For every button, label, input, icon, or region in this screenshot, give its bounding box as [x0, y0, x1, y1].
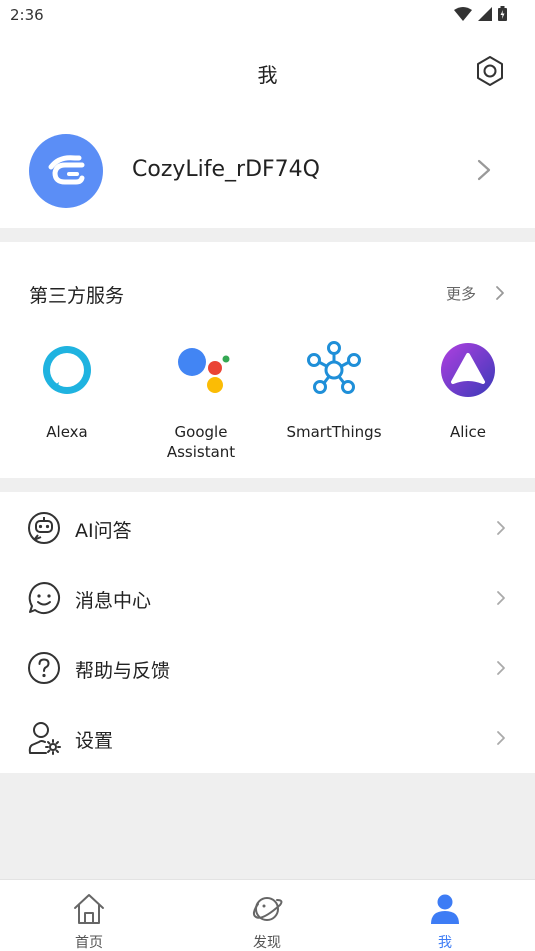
- status-icons: [454, 6, 507, 21]
- header: 我: [0, 32, 535, 112]
- tab-home[interactable]: 首页: [0, 880, 178, 951]
- tab-label: 我: [438, 935, 452, 951]
- chevron-right-icon: [497, 661, 505, 675]
- menu-item-label: AI问答: [75, 520, 132, 542]
- profile-row[interactable]: CozyLife_rDF74Q: [0, 112, 535, 228]
- service-label-line2: Assistant: [166, 443, 236, 461]
- bottom-tab-bar: 首页 发现 我: [0, 879, 535, 951]
- planet-icon: [252, 897, 283, 921]
- smartthings-icon: [307, 341, 361, 394]
- signal-icon: [478, 6, 492, 21]
- google-assistant-icon: [178, 348, 230, 393]
- cozylife-logo-icon: [48, 155, 85, 185]
- service-label: Alice: [449, 423, 487, 441]
- status-bar: 2:36: [0, 0, 535, 32]
- hexagon-settings-icon: [477, 56, 503, 86]
- service-alexa[interactable]: Alexa: [0, 340, 134, 442]
- menu-item-settings[interactable]: 设置: [0, 703, 535, 773]
- chevron-right-icon: [497, 521, 505, 535]
- more-link[interactable]: 更多: [446, 283, 476, 304]
- chevron-right-icon: [477, 159, 491, 181]
- tab-me[interactable]: 我: [356, 880, 534, 951]
- third-party-services: 第三方服务 更多 Alexa Google Assistant SmartThi…: [0, 242, 535, 478]
- battery-icon: [498, 6, 507, 21]
- alexa-icon: [43, 346, 91, 394]
- service-label-line1: Google: [174, 423, 228, 441]
- tab-label: 首页: [75, 935, 103, 951]
- avatar[interactable]: [29, 134, 103, 208]
- section-title: 第三方服务: [29, 285, 125, 307]
- menu-item-help-feedback[interactable]: 帮助与反馈: [0, 633, 535, 703]
- menu-item-messages[interactable]: 消息中心: [0, 563, 535, 633]
- menu-item-label: 设置: [75, 730, 114, 752]
- tab-discover[interactable]: 发现: [178, 880, 356, 951]
- menu-item-label: 帮助与反馈: [75, 660, 171, 682]
- service-alice[interactable]: Alice: [401, 340, 535, 442]
- user-settings-icon: [28, 722, 61, 755]
- person-icon: [431, 894, 459, 924]
- help-icon: [28, 652, 60, 684]
- status-time: 2:36: [10, 6, 44, 24]
- alice-icon: [441, 343, 495, 397]
- settings-button[interactable]: [473, 54, 507, 88]
- menu-item-label: 消息中心: [75, 590, 152, 612]
- robot-icon: [28, 512, 60, 544]
- service-label: SmartThings: [286, 423, 382, 441]
- wifi-icon: [454, 6, 472, 21]
- service-google-assistant[interactable]: Google Assistant: [134, 340, 268, 462]
- service-label: Google Assistant: [134, 422, 268, 462]
- profile-name: CozyLife_rDF74Q: [132, 157, 320, 182]
- service-label: Alexa: [46, 423, 88, 441]
- page-title: 我: [257, 63, 278, 87]
- tab-label: 发现: [253, 935, 281, 951]
- menu-list: AI问答 消息中心 帮助与反馈 设置: [0, 492, 535, 773]
- message-icon: [28, 582, 60, 614]
- chevron-right-icon: [496, 286, 504, 300]
- chevron-right-icon: [497, 591, 505, 605]
- chevron-right-icon: [497, 731, 505, 745]
- service-smartthings[interactable]: SmartThings: [267, 340, 401, 442]
- menu-item-ai-qa[interactable]: AI问答: [0, 493, 535, 563]
- home-icon: [74, 894, 104, 924]
